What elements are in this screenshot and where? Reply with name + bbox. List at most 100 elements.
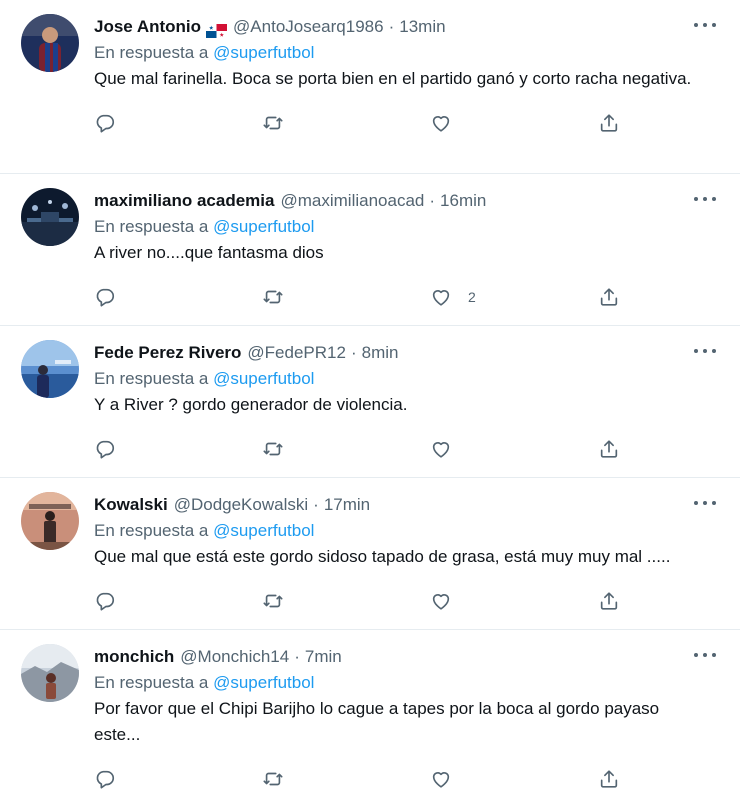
reply-prefix: En respuesta a: [94, 217, 209, 236]
like-icon: [432, 290, 450, 306]
reply-icon: [96, 592, 115, 611]
share-button[interactable]: [598, 590, 620, 612]
more-icon[interactable]: [694, 648, 716, 662]
author-name[interactable]: Fede Perez Rivero: [94, 340, 241, 366]
more-icon[interactable]: [694, 496, 716, 510]
reply-context: En respuesta a @superfutbol: [94, 518, 720, 544]
separator: ·: [350, 343, 357, 362]
share-icon: [600, 770, 618, 788]
more-icon[interactable]: [694, 344, 716, 358]
avatar[interactable]: [21, 188, 79, 246]
timestamp[interactable]: 13min: [399, 14, 445, 40]
timestamp[interactable]: 8min: [362, 340, 399, 366]
author-handle[interactable]: @DodgeKowalski: [174, 492, 308, 518]
tweet-text: Que mal que está este gordo sidoso tapad…: [94, 547, 671, 566]
reply-prefix: En respuesta a: [94, 369, 209, 388]
reply-button[interactable]: [94, 286, 262, 308]
author-handle[interactable]: @Monchich14: [180, 644, 289, 670]
retweet-icon: [263, 442, 283, 456]
avatar-image: [21, 188, 79, 246]
avatar[interactable]: [21, 644, 79, 702]
author-handle[interactable]: @AntoJosearq1986: [233, 14, 384, 40]
author-name[interactable]: maximiliano academia: [94, 188, 274, 214]
reply-prefix: En respuesta a: [94, 43, 209, 62]
share-icon: [600, 592, 618, 610]
tweet-text: Que mal farinella. Boca se porta bien en…: [94, 69, 692, 88]
like-icon: [432, 772, 450, 788]
mention-link[interactable]: @superfutbol: [213, 217, 314, 236]
share-icon: [600, 114, 618, 132]
tweet-text: A river no....que fantasma dios: [94, 243, 324, 262]
separator: ·: [388, 17, 395, 36]
action-bar: [94, 104, 720, 142]
like-button[interactable]: [430, 768, 598, 790]
tweet[interactable]: maximiliano academia @maximilianoacad · …: [0, 174, 740, 326]
share-button[interactable]: [598, 438, 620, 460]
like-count: 2: [468, 289, 476, 305]
like-button[interactable]: [430, 590, 598, 612]
retweet-icon: [263, 772, 283, 786]
mention-link[interactable]: @superfutbol: [213, 43, 314, 62]
avatar[interactable]: [21, 340, 79, 398]
avatar-image: [21, 340, 79, 398]
avatar-image: [21, 14, 79, 72]
tweet[interactable]: Fede Perez Rivero @FedePR12 · 8min En re…: [0, 326, 740, 478]
separator: ·: [313, 495, 319, 514]
more-icon[interactable]: [694, 192, 716, 206]
share-button[interactable]: [598, 112, 620, 134]
retweet-icon: [263, 290, 283, 304]
avatar[interactable]: [21, 492, 79, 550]
avatar[interactable]: [21, 14, 79, 72]
action-bar: [94, 582, 720, 620]
reply-context: En respuesta a @superfutbol: [94, 366, 720, 392]
tweet-text: Y a River ? gordo generador de violencia…: [94, 395, 408, 414]
retweet-button[interactable]: [262, 286, 430, 308]
retweet-icon: [263, 594, 283, 608]
like-icon: [432, 594, 450, 610]
retweet-button[interactable]: [262, 112, 430, 134]
retweet-button[interactable]: [262, 768, 430, 790]
reply-context: En respuesta a @superfutbol: [94, 670, 720, 696]
like-button[interactable]: [430, 112, 598, 134]
retweet-button[interactable]: [262, 438, 430, 460]
like-button[interactable]: 2: [430, 286, 598, 308]
tweet[interactable]: Kowalski @DodgeKowalski · 17min En respu…: [0, 478, 740, 630]
share-icon: [600, 288, 618, 306]
like-button[interactable]: [430, 438, 598, 460]
reply-feed: Jose Antonio @AntoJosearq1986 · 13min En…: [0, 0, 740, 795]
timestamp[interactable]: 7min: [305, 644, 342, 670]
tweet-text: Por favor que el Chipi Barijho lo cague …: [94, 699, 660, 744]
mention-link[interactable]: @superfutbol: [213, 673, 314, 692]
mention-link[interactable]: @superfutbol: [213, 369, 314, 388]
author-name[interactable]: Kowalski: [94, 492, 168, 518]
like-icon: [432, 116, 450, 132]
reply-button[interactable]: [94, 590, 262, 612]
author-name[interactable]: Jose Antonio: [94, 14, 201, 40]
reply-icon: [96, 770, 115, 789]
separator: ·: [429, 191, 436, 210]
reply-prefix: En respuesta a: [94, 521, 209, 540]
reply-button[interactable]: [94, 112, 262, 134]
share-button[interactable]: [598, 768, 620, 790]
author-name[interactable]: monchich: [94, 644, 174, 670]
timestamp[interactable]: 16min: [440, 188, 486, 214]
timestamp[interactable]: 17min: [324, 492, 370, 518]
action-bar: [94, 430, 720, 468]
avatar-image: [21, 492, 79, 550]
share-button[interactable]: [598, 286, 620, 308]
author-handle[interactable]: @FedePR12: [247, 340, 346, 366]
tweet[interactable]: Jose Antonio @AntoJosearq1986 · 13min En…: [0, 0, 740, 174]
reply-button[interactable]: [94, 768, 262, 790]
retweet-button[interactable]: [262, 590, 430, 612]
reply-icon: [96, 288, 115, 307]
reply-context: En respuesta a @superfutbol: [94, 214, 720, 240]
action-bar: [94, 760, 720, 795]
reply-button[interactable]: [94, 438, 262, 460]
reply-prefix: En respuesta a: [94, 673, 209, 692]
reply-context: En respuesta a @superfutbol: [94, 40, 720, 66]
author-handle[interactable]: @maximilianoacad: [280, 188, 424, 214]
mention-link[interactable]: @superfutbol: [213, 521, 314, 540]
avatar-image: [21, 644, 79, 702]
tweet[interactable]: monchich @Monchich14 · 7min En respuesta…: [0, 630, 740, 795]
more-icon[interactable]: [694, 18, 716, 32]
